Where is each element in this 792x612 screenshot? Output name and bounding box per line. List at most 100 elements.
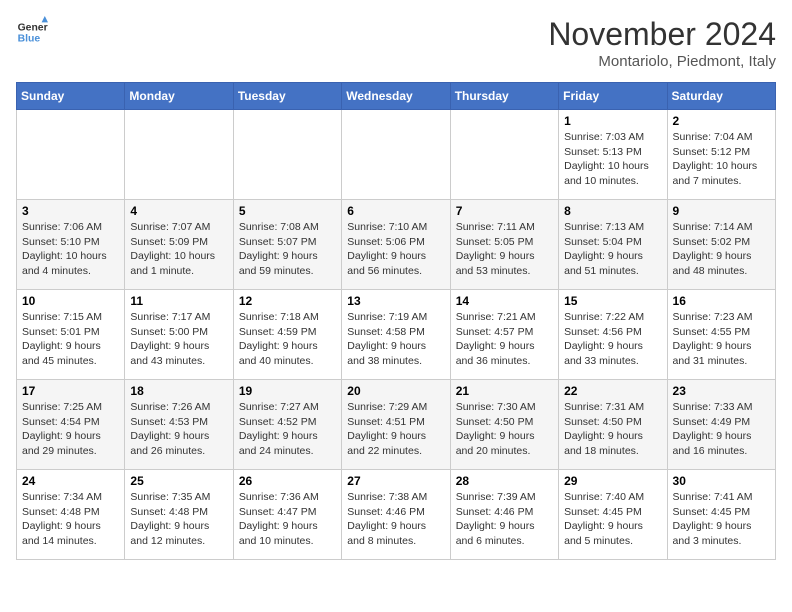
calendar-cell: 21Sunrise: 7:30 AMSunset: 4:50 PMDayligh… — [450, 380, 558, 470]
weekday-header-saturday: Saturday — [667, 83, 775, 110]
calendar-cell: 3 Sunrise: 7:06 AMSunset: 5:10 PMDaylight… — [17, 200, 125, 290]
calendar-cell: 26 Sunrise: 7:36 AMSunset: 4:47 PMDayligh… — [233, 470, 341, 560]
day-number: 7 — [456, 204, 553, 218]
calendar-cell — [17, 110, 125, 200]
day-info: Sunrise: 7:30 AMSunset: 4:50 PMDaylight:… — [456, 400, 553, 459]
calendar-week-1: 1 Sunrise: 7:03 AMSunset: 5:13 PMDaylight… — [17, 110, 776, 200]
day-number: 17 — [22, 384, 119, 398]
calendar-cell: 25 Sunrise: 7:35 AMSunset: 4:48 PMDayligh… — [125, 470, 233, 560]
weekday-header-wednesday: Wednesday — [342, 83, 450, 110]
calendar-cell: 6 Sunrise: 7:10 AMSunset: 5:06 PMDaylight… — [342, 200, 450, 290]
calendar-cell: 10 Sunrise: 7:15 AMSunset: 5:01 PMDayligh… — [17, 290, 125, 380]
calendar-cell: 13 Sunrise: 7:19 AMSunset: 4:58 PMDayligh… — [342, 290, 450, 380]
calendar-cell: 19 Sunrise: 7:27 AMSunset: 4:52 PMDayligh… — [233, 380, 341, 470]
weekday-header-thursday: Thursday — [450, 83, 558, 110]
calendar-cell: 2Sunrise: 7:04 AMSunset: 5:12 PMDaylight… — [667, 110, 775, 200]
day-info: Sunrise: 7:17 AMSunset: 5:00 PMDaylight:… — [130, 310, 227, 369]
day-info: Sunrise: 7:36 AMSunset: 4:47 PMDaylight:… — [239, 490, 336, 549]
day-number: 22 — [564, 384, 661, 398]
day-number: 19 — [239, 384, 336, 398]
day-info: Sunrise: 7:39 AMSunset: 4:46 PMDaylight:… — [456, 490, 553, 549]
calendar-cell: 14 Sunrise: 7:21 AMSunset: 4:57 PMDayligh… — [450, 290, 558, 380]
day-info: Sunrise: 7:34 AMSunset: 4:48 PMDaylight:… — [22, 490, 119, 549]
day-number: 16 — [673, 294, 770, 308]
day-number: 3 — [22, 204, 119, 218]
calendar-week-4: 17 Sunrise: 7:25 AMSunset: 4:54 PMDayligh… — [17, 380, 776, 470]
day-number: 29 — [564, 474, 661, 488]
day-number: 25 — [130, 474, 227, 488]
day-info: Sunrise: 7:19 AMSunset: 4:58 PMDaylight:… — [347, 310, 444, 369]
calendar-cell — [233, 110, 341, 200]
weekday-header-sunday: Sunday — [17, 83, 125, 110]
day-number: 10 — [22, 294, 119, 308]
calendar-week-2: 3 Sunrise: 7:06 AMSunset: 5:10 PMDaylight… — [17, 200, 776, 290]
day-number: 9 — [673, 204, 770, 218]
day-number: 27 — [347, 474, 444, 488]
calendar-header: SundayMondayTuesdayWednesdayThursdayFrid… — [17, 83, 776, 110]
title-block: November 2024 Montariolo, Piedmont, Ital… — [548, 16, 776, 70]
calendar-cell: 4 Sunrise: 7:07 AMSunset: 5:09 PMDaylight… — [125, 200, 233, 290]
day-info: Sunrise: 7:22 AMSunset: 4:56 PMDaylight:… — [564, 310, 661, 369]
calendar-cell — [125, 110, 233, 200]
day-info: Sunrise: 7:10 AMSunset: 5:06 PMDaylight:… — [347, 220, 444, 279]
day-info: Sunrise: 7:25 AMSunset: 4:54 PMDaylight:… — [22, 400, 119, 459]
day-info: Sunrise: 7:40 AMSunset: 4:45 PMDaylight:… — [564, 490, 661, 549]
day-info: Sunrise: 7:03 AMSunset: 5:13 PMDaylight:… — [564, 130, 661, 189]
day-info: Sunrise: 7:21 AMSunset: 4:57 PMDaylight:… — [456, 310, 553, 369]
month-title: November 2024 — [548, 16, 776, 53]
logo: General Blue — [16, 16, 48, 48]
day-number: 20 — [347, 384, 444, 398]
day-number: 24 — [22, 474, 119, 488]
day-info: Sunrise: 7:04 AMSunset: 5:12 PMDaylight:… — [673, 130, 770, 189]
svg-text:General: General — [18, 22, 48, 33]
day-info: Sunrise: 7:14 AMSunset: 5:02 PMDaylight:… — [673, 220, 770, 279]
day-info: Sunrise: 7:07 AMSunset: 5:09 PMDaylight:… — [130, 220, 227, 279]
calendar-cell: 20 Sunrise: 7:29 AMSunset: 4:51 PMDayligh… — [342, 380, 450, 470]
calendar-table: SundayMondayTuesdayWednesdayThursdayFrid… — [16, 82, 776, 560]
day-number: 6 — [347, 204, 444, 218]
day-number: 4 — [130, 204, 227, 218]
day-number: 30 — [673, 474, 770, 488]
day-number: 28 — [456, 474, 553, 488]
calendar-cell: 30 Sunrise: 7:41 AMSunset: 4:45 PMDayligh… — [667, 470, 775, 560]
day-number: 14 — [456, 294, 553, 308]
day-number: 1 — [564, 114, 661, 128]
day-number: 13 — [347, 294, 444, 308]
logo-icon: General Blue — [16, 16, 48, 48]
day-info: Sunrise: 7:41 AMSunset: 4:45 PMDaylight:… — [673, 490, 770, 549]
day-info: Sunrise: 7:23 AMSunset: 4:55 PMDaylight:… — [673, 310, 770, 369]
day-number: 11 — [130, 294, 227, 308]
day-info: Sunrise: 7:35 AMSunset: 4:48 PMDaylight:… — [130, 490, 227, 549]
day-info: Sunrise: 7:33 AMSunset: 4:49 PMDaylight:… — [673, 400, 770, 459]
calendar-cell: 17 Sunrise: 7:25 AMSunset: 4:54 PMDayligh… — [17, 380, 125, 470]
calendar-cell: 24 Sunrise: 7:34 AMSunset: 4:48 PMDayligh… — [17, 470, 125, 560]
day-info: Sunrise: 7:06 AMSunset: 5:10 PMDaylight:… — [22, 220, 119, 279]
calendar-week-3: 10 Sunrise: 7:15 AMSunset: 5:01 PMDayligh… — [17, 290, 776, 380]
day-number: 26 — [239, 474, 336, 488]
calendar-cell: 1 Sunrise: 7:03 AMSunset: 5:13 PMDaylight… — [559, 110, 667, 200]
day-number: 23 — [673, 384, 770, 398]
day-info: Sunrise: 7:29 AMSunset: 4:51 PMDaylight:… — [347, 400, 444, 459]
location: Montariolo, Piedmont, Italy — [548, 53, 776, 70]
calendar-cell: 16 Sunrise: 7:23 AMSunset: 4:55 PMDayligh… — [667, 290, 775, 380]
day-number: 15 — [564, 294, 661, 308]
weekday-header-friday: Friday — [559, 83, 667, 110]
weekday-header-monday: Monday — [125, 83, 233, 110]
calendar-cell: 11 Sunrise: 7:17 AMSunset: 5:00 PMDayligh… — [125, 290, 233, 380]
calendar-cell: 12Sunrise: 7:18 AMSunset: 4:59 PMDayligh… — [233, 290, 341, 380]
calendar-cell: 28 Sunrise: 7:39 AMSunset: 4:46 PMDayligh… — [450, 470, 558, 560]
calendar-cell: 9 Sunrise: 7:14 AMSunset: 5:02 PMDaylight… — [667, 200, 775, 290]
calendar-cell: 27Sunrise: 7:38 AMSunset: 4:46 PMDayligh… — [342, 470, 450, 560]
day-info: Sunrise: 7:11 AMSunset: 5:05 PMDaylight:… — [456, 220, 553, 279]
weekday-header-tuesday: Tuesday — [233, 83, 341, 110]
day-info: Sunrise: 7:15 AMSunset: 5:01 PMDaylight:… — [22, 310, 119, 369]
page-header: General Blue November 2024 Montariolo, P… — [16, 16, 776, 70]
day-number: 5 — [239, 204, 336, 218]
day-info: Sunrise: 7:08 AMSunset: 5:07 PMDaylight:… — [239, 220, 336, 279]
day-info: Sunrise: 7:13 AMSunset: 5:04 PMDaylight:… — [564, 220, 661, 279]
day-number: 18 — [130, 384, 227, 398]
calendar-cell — [450, 110, 558, 200]
calendar-cell: 29 Sunrise: 7:40 AMSunset: 4:45 PMDayligh… — [559, 470, 667, 560]
day-info: Sunrise: 7:27 AMSunset: 4:52 PMDaylight:… — [239, 400, 336, 459]
calendar-cell: 18Sunrise: 7:26 AMSunset: 4:53 PMDayligh… — [125, 380, 233, 470]
